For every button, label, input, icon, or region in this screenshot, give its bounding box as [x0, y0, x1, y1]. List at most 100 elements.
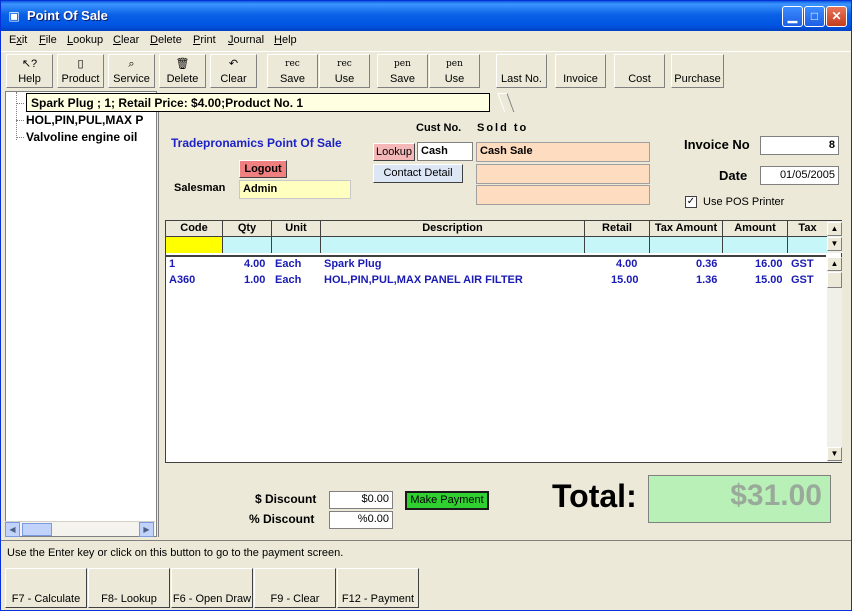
dollar-discount-field[interactable]: $0.00 — [329, 491, 393, 509]
rows-vertical-scrollbar[interactable]: ▲ ▼ — [827, 257, 842, 462]
header-vertical-scrollbar[interactable]: ▲ ▼ — [827, 221, 842, 253]
last-no-button[interactable]: Last No. — [496, 54, 547, 88]
grid-header: Code Qty Unit Description Retail Tax Amo… — [166, 221, 827, 237]
sold-to-label: Sold to — [477, 122, 529, 134]
status-bar: Use the Enter key or click on this butto… — [1, 540, 851, 566]
rec-icon: rec — [337, 59, 352, 69]
menu-clear[interactable]: Clear — [113, 34, 139, 46]
column-header-amount[interactable]: Amount — [723, 221, 788, 237]
scroll-left-icon[interactable]: ◀ — [5, 522, 20, 537]
magnifier-document-icon: ⌕ — [128, 58, 135, 70]
cust-no-label: Cust No. — [416, 122, 462, 134]
make-payment-button[interactable]: Make Payment — [405, 491, 489, 510]
product-button[interactable]: ▯ Product — [57, 54, 104, 88]
scroll-up-icon[interactable]: ▲ — [827, 257, 842, 271]
column-header-unit[interactable]: Unit — [272, 221, 321, 237]
column-header-tax-amount[interactable]: Tax Amount — [650, 221, 723, 237]
column-header-qty[interactable]: Qty — [223, 221, 272, 237]
scroll-thumb[interactable] — [827, 272, 842, 288]
window-title: Point Of Sale — [27, 8, 108, 23]
column-header-tax[interactable]: Tax — [788, 221, 827, 237]
lookup-button[interactable]: Lookup — [373, 143, 415, 161]
invoice-panel: Tradepronamics Point Of Sale Logout Sale… — [158, 112, 851, 537]
menu-exit[interactable]: Exit — [9, 34, 27, 46]
percent-discount-field[interactable]: %0.00 — [329, 511, 393, 529]
scroll-right-icon[interactable]: ▶ — [139, 522, 154, 537]
clear-button[interactable]: ↶ Clear — [210, 54, 257, 88]
scroll-down-icon[interactable]: ▼ — [827, 447, 842, 461]
cost-button[interactable]: Cost — [614, 54, 665, 88]
product-tree[interactable]: Spark Plug ; 1; Retail Price: $4.00;Prod… — [5, 91, 490, 537]
invoice-no-label: Invoice No — [684, 137, 750, 152]
menu-journal[interactable]: Journal — [228, 34, 264, 46]
menu-print[interactable]: Print — [193, 34, 216, 46]
tax-input[interactable] — [788, 237, 827, 253]
contact-detail-button[interactable]: Contact Detail — [373, 164, 463, 183]
f7-calculate-button[interactable]: F7 - Calculate — [5, 568, 87, 608]
toolbar: ↖? Help ▯ Product ⌕ Service 🗑 Delete ↶ Clear … — [1, 51, 851, 89]
scroll-up-icon[interactable]: ▲ — [827, 222, 842, 236]
invoice-button[interactable]: Invoice — [555, 54, 606, 88]
date-label: Date — [719, 168, 748, 183]
cust-no-field[interactable]: Cash — [417, 142, 473, 161]
tree-item[interactable]: Valvoline engine oil — [26, 130, 156, 144]
close-icon: ✕ — [831, 9, 842, 23]
column-header-retail[interactable]: Retail — [585, 221, 650, 237]
f9-clear-button[interactable]: F9 - Clear — [254, 568, 336, 608]
use-pos-printer-checkbox[interactable]: ✓ — [685, 196, 697, 208]
company-name: Tradepronamics Point Of Sale — [171, 136, 342, 150]
rec-save-button[interactable]: rec Save — [267, 54, 318, 88]
unit-input[interactable] — [272, 237, 321, 253]
column-header-code[interactable]: Code — [166, 221, 223, 237]
service-button[interactable]: ⌕ Service — [108, 54, 155, 88]
salesman-label: Salesman — [174, 182, 226, 194]
retail-input[interactable] — [585, 237, 650, 253]
date-field[interactable]: 01/05/2005 — [760, 166, 839, 185]
salesman-field[interactable]: Admin — [239, 180, 351, 199]
pen-icon: pen — [446, 59, 463, 69]
purchase-button[interactable]: Purchase — [671, 54, 724, 88]
tax-amount-input[interactable] — [650, 237, 723, 253]
sold-to-line3-field[interactable] — [476, 185, 650, 205]
menu-delete[interactable]: Delete — [150, 34, 182, 46]
delete-button[interactable]: 🗑 Delete — [159, 54, 206, 88]
use-pos-printer-label: Use POS Printer — [703, 196, 785, 208]
pen-save-button[interactable]: pen Save — [377, 54, 428, 88]
description-input[interactable] — [321, 237, 585, 253]
title-bar: ▣ Point Of Sale ▁ □ ✕ — [1, 1, 851, 31]
sold-to-field[interactable]: Cash Sale — [476, 142, 650, 162]
f8-lookup-button[interactable]: F8- Lookup — [88, 568, 170, 608]
percent-discount-label: % Discount — [249, 512, 315, 526]
menu-file[interactable]: File — [39, 34, 57, 46]
grid-rows: 1 4.00 Each Spark Plug 4.00 0.36 16.00 G… — [166, 255, 826, 460]
minimize-button[interactable]: ▁ — [782, 6, 803, 27]
logout-button[interactable]: Logout — [239, 160, 287, 178]
tree-horizontal-scrollbar[interactable]: ◀ ▶ — [5, 521, 155, 537]
scroll-thumb[interactable] — [22, 523, 52, 536]
total-value: $31.00 — [648, 475, 831, 523]
rec-use-button[interactable]: rec Use — [319, 54, 370, 88]
f6-open-draw-button[interactable]: F6 - Open Draw — [171, 568, 253, 608]
qty-input[interactable] — [223, 237, 272, 253]
column-header-description[interactable]: Description — [321, 221, 585, 237]
tree-item-selected[interactable]: Spark Plug ; 1; Retail Price: $4.00;Prod… — [26, 93, 490, 112]
close-button[interactable]: ✕ — [826, 6, 847, 27]
sold-to-line2-field[interactable] — [476, 164, 650, 184]
scroll-down-icon[interactable]: ▼ — [827, 237, 842, 251]
tree-item[interactable]: HOL,PIN,PUL,MAX P — [26, 113, 156, 127]
maximize-icon: □ — [810, 9, 819, 23]
tab[interactable] — [497, 93, 515, 113]
pen-icon: pen — [394, 59, 411, 69]
help-button[interactable]: ↖? Help — [6, 54, 53, 88]
grid-input-row[interactable] — [166, 237, 827, 253]
f12-payment-button[interactable]: F12 - Payment — [337, 568, 419, 608]
line-items-grid[interactable]: Code Qty Unit Description Retail Tax Amo… — [165, 220, 842, 463]
maximize-button[interactable]: □ — [804, 6, 825, 27]
menu-help[interactable]: Help — [274, 34, 297, 46]
pen-use-button[interactable]: pen Use — [429, 54, 480, 88]
trash-icon: 🗑 — [175, 58, 190, 70]
menu-lookup[interactable]: Lookup — [67, 34, 103, 46]
code-input[interactable] — [166, 237, 223, 253]
invoice-no-field[interactable]: 8 — [760, 136, 839, 155]
amount-input[interactable] — [723, 237, 788, 253]
